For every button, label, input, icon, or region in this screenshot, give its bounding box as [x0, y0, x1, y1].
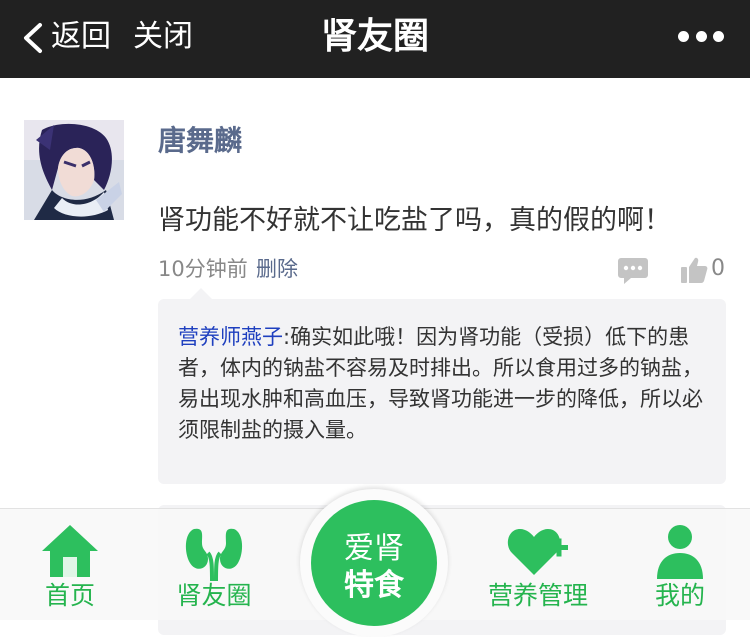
like-count: 0: [711, 256, 725, 281]
kidney-icon: [185, 528, 243, 581]
back-button[interactable]: 返回: [51, 17, 111, 57]
tab-home-label: 首页: [44, 581, 95, 610]
comment-item[interactable]: 营养师燕子:确实如此哦！因为肾功能（受损）低下的患者，体内的钠盐不容易及时排出。…: [178, 322, 708, 446]
special-diet-button[interactable]: 爱肾 特食: [311, 500, 437, 626]
avatar[interactable]: [24, 120, 124, 220]
delete-link[interactable]: 删除: [256, 255, 298, 283]
tab-kidney-circle[interactable]: 肾友圈: [162, 509, 266, 620]
comment-box: 营养师燕子:确实如此哦！因为肾功能（受损）低下的患者，体内的钠盐不容易及时排出。…: [158, 288, 726, 484]
thumbs-up-icon[interactable]: [680, 256, 708, 284]
home-icon: [42, 525, 98, 577]
special-diet-line1: 爱肾: [344, 531, 404, 566]
close-button[interactable]: 关闭: [133, 17, 193, 57]
comment-icon[interactable]: [617, 256, 649, 286]
tab-mine-label: 我的: [654, 581, 705, 610]
post-timestamp: 10分钟前: [158, 257, 248, 281]
post-text: 肾功能不好就不让吃盐了吗，真的假的啊！: [158, 205, 671, 236]
page-title: 肾友圈: [320, 16, 429, 57]
tab-home[interactable]: 首页: [20, 509, 120, 620]
user-icon: [657, 525, 703, 579]
top-nav-bar: 返回 关闭 肾友圈: [0, 0, 750, 78]
post-author[interactable]: 唐舞麟: [158, 122, 242, 160]
special-diet-line2: 特食: [344, 568, 404, 603]
tab-nutrition[interactable]: 营养管理: [478, 509, 598, 620]
more-icon[interactable]: [678, 29, 724, 43]
tab-mine[interactable]: 我的: [630, 509, 730, 620]
chevron-left-icon[interactable]: [20, 22, 44, 54]
heart-plus-icon: [507, 529, 568, 575]
commenter-name[interactable]: 营养师燕子: [178, 325, 283, 349]
tab-nutrition-label: 营养管理: [487, 581, 588, 610]
tab-kidney-circle-label: 肾友圈: [176, 581, 252, 610]
